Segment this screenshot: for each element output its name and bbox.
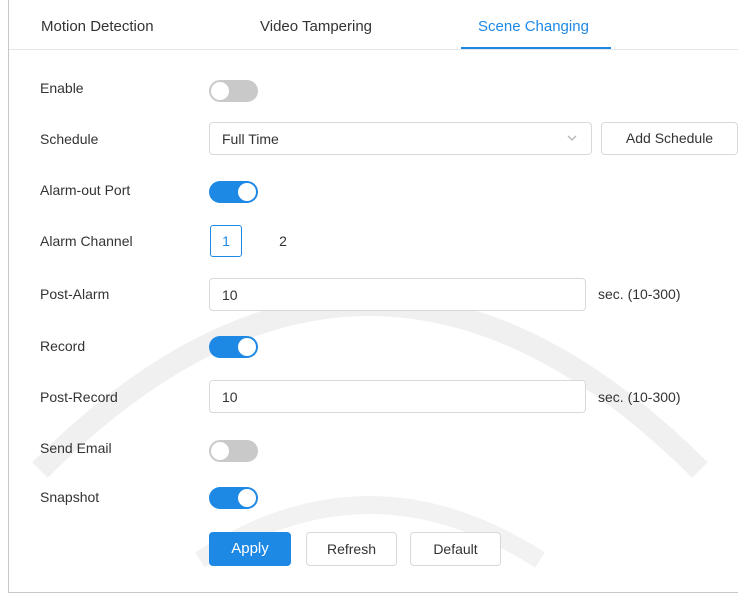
- chevron-down-icon: [567, 135, 577, 141]
- enable-toggle[interactable]: [209, 80, 258, 102]
- alarm-out-port-toggle[interactable]: [209, 181, 258, 203]
- send-email-toggle[interactable]: [209, 440, 258, 462]
- toggle-knob: [211, 82, 229, 100]
- tab-video-tampering[interactable]: Video Tampering: [260, 18, 372, 35]
- post-alarm-input[interactable]: [209, 278, 586, 311]
- content-border-left: [8, 0, 9, 593]
- tab-motion-detection[interactable]: Motion Detection: [41, 18, 154, 35]
- schedule-select[interactable]: Full Time: [209, 122, 592, 155]
- active-tab-indicator: [461, 47, 611, 49]
- schedule-label: Schedule: [40, 131, 99, 147]
- default-button[interactable]: Default: [410, 532, 501, 566]
- alarm-channel-option-2[interactable]: 2: [267, 225, 299, 257]
- alarm-channel-option-1[interactable]: 1: [210, 225, 242, 257]
- post-record-unit: sec. (10-300): [598, 389, 681, 405]
- alarm-out-port-label: Alarm-out Port: [40, 182, 131, 198]
- enable-label: Enable: [40, 80, 84, 96]
- toggle-knob: [238, 489, 256, 507]
- toggle-knob: [238, 183, 256, 201]
- tab-scene-changing[interactable]: Scene Changing: [478, 18, 589, 35]
- post-alarm-unit: sec. (10-300): [598, 286, 681, 302]
- apply-button[interactable]: Apply: [209, 532, 291, 566]
- post-record-input[interactable]: [209, 380, 586, 413]
- send-email-label: Send Email: [40, 440, 112, 456]
- detection-tabs: Motion Detection Video Tampering Scene C…: [9, 0, 738, 50]
- snapshot-toggle[interactable]: [209, 487, 258, 509]
- toggle-knob: [211, 442, 229, 460]
- tabs-divider: [9, 49, 738, 50]
- post-alarm-label: Post-Alarm: [40, 286, 110, 302]
- schedule-value: Full Time: [222, 131, 279, 147]
- post-record-label: Post-Record: [40, 389, 118, 405]
- snapshot-label: Snapshot: [40, 489, 100, 505]
- add-schedule-button[interactable]: Add Schedule: [601, 122, 738, 155]
- record-label: Record: [40, 338, 86, 354]
- refresh-button[interactable]: Refresh: [306, 532, 397, 566]
- toggle-knob: [238, 338, 256, 356]
- record-toggle[interactable]: [209, 336, 258, 358]
- alarm-channel-label: Alarm Channel: [40, 233, 133, 249]
